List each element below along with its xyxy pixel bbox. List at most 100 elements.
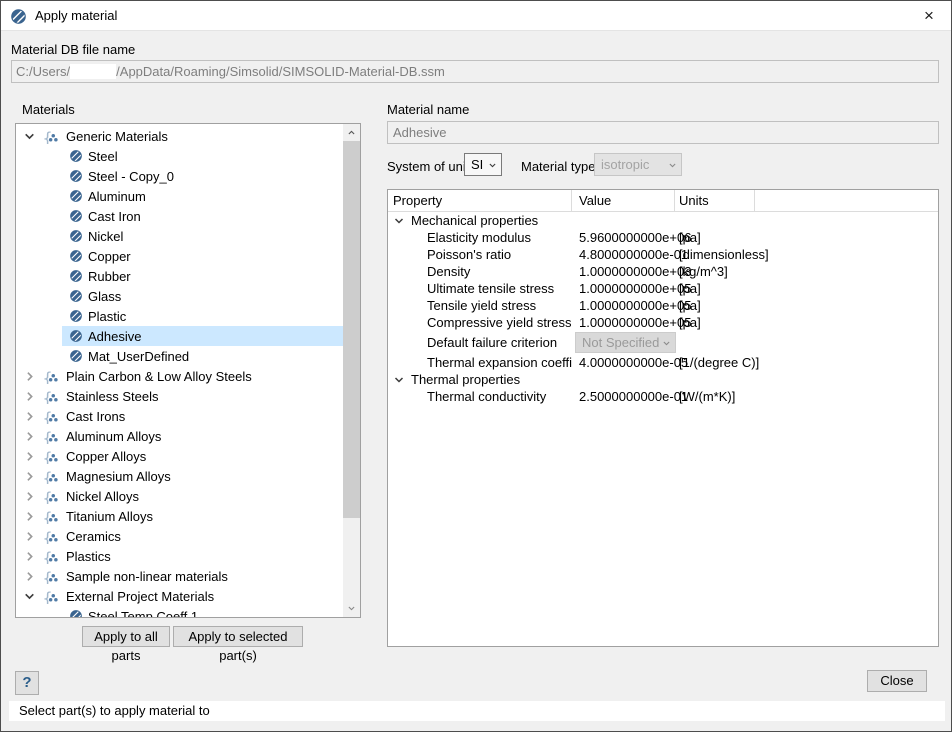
tree-item-label: Sample non-linear materials (66, 569, 228, 584)
column-header-units[interactable]: Units (675, 190, 755, 212)
property-value[interactable]: 1.0000000000e+05 (572, 281, 675, 296)
tree-scrollbar[interactable] (343, 124, 360, 617)
system-of-units-select[interactable]: SI (464, 153, 502, 176)
window-close-icon[interactable]: × (913, 3, 945, 29)
tree-item-sample-non-linear-materials[interactable]: Sample non-linear materials (16, 566, 343, 586)
tree-item-label: Rubber (88, 269, 131, 284)
material-icon (70, 350, 82, 362)
tree-item-plastics[interactable]: Plastics (16, 546, 343, 566)
section-row-mechanical-properties[interactable]: Mechanical properties (388, 212, 938, 229)
material-db-path-field: C:/Users//AppData/Roaming/Simsolid/SIMSO… (11, 60, 939, 83)
tree-item-rubber[interactable]: Rubber (62, 266, 343, 286)
tree-item-label: Generic Materials (66, 129, 168, 144)
tree-item-ceramics[interactable]: Ceramics (16, 526, 343, 546)
properties-table-body: Mechanical propertiesElasticity modulus5… (388, 212, 938, 405)
scroll-down-icon[interactable] (343, 600, 360, 617)
tree-item-cast-irons[interactable]: Cast Irons (16, 406, 343, 426)
material-group-icon (42, 429, 59, 444)
chevron-down-icon (488, 161, 497, 170)
property-row-compressive-yield-stress: Compressive yield stress1.0000000000e+05… (388, 314, 938, 331)
tree-item-copper[interactable]: Copper (62, 246, 343, 266)
tree-item-plastic[interactable]: Plastic (62, 306, 343, 326)
column-header-value[interactable]: Value (572, 190, 675, 212)
property-name: Density (388, 264, 572, 279)
tree-item-label: Copper (88, 249, 131, 264)
apply-to-all-parts-button[interactable]: Apply to all parts (82, 626, 170, 647)
close-button[interactable]: Close (867, 670, 927, 692)
chevron-right-icon (23, 570, 36, 583)
property-value[interactable]: 4.0000000000e-05 (572, 355, 675, 370)
tree-item-aluminum-alloys[interactable]: Aluminum Alloys (16, 426, 343, 446)
materials-tree-rows: Generic MaterialsSteelSteel - Copy_0Alum… (16, 126, 343, 618)
tree-item-copper-alloys[interactable]: Copper Alloys (16, 446, 343, 466)
section-row-thermal-properties[interactable]: Thermal properties (388, 371, 938, 388)
property-row-default-failure-criterion: Default failure criterionNot Specified (388, 331, 938, 354)
material-group-icon (42, 529, 59, 544)
chevron-down-icon (668, 161, 677, 170)
tree-item-nickel[interactable]: Nickel (62, 226, 343, 246)
property-name: Default failure criterion (388, 335, 572, 350)
property-value[interactable]: 1.0000000000e+05 (572, 298, 675, 313)
failure-criterion-select: Not Specified (575, 332, 676, 353)
tree-item-label: Steel (88, 149, 118, 164)
tree-item-steel[interactable]: Steel (62, 146, 343, 166)
scroll-up-icon[interactable] (343, 124, 360, 141)
property-value[interactable]: 2.5000000000e-01 (572, 389, 675, 404)
property-value[interactable]: 5.9600000000e+06 (572, 230, 675, 245)
tree-item-magnesium-alloys[interactable]: Magnesium Alloys (16, 466, 343, 486)
material-type-select: isotropic (594, 153, 682, 176)
apply-to-selected-parts-button[interactable]: Apply to selected part(s) (173, 626, 303, 647)
tree-item-label: Plastics (66, 549, 111, 564)
material-icon (70, 230, 82, 242)
chevron-down-icon (393, 374, 405, 386)
tree-item-label: Adhesive (88, 329, 141, 344)
title-bar: Apply material × (1, 1, 951, 31)
tree-item-steel-temp-coeff-1[interactable]: Steel Temp Coeff 1 (62, 606, 343, 618)
tree-item-stainless-steels[interactable]: Stainless Steels (16, 386, 343, 406)
help-button[interactable]: ? (15, 671, 39, 695)
material-icon (70, 610, 82, 618)
column-header-property[interactable]: Property (388, 190, 572, 212)
property-row-poisson-s-ratio: Poisson's ratio4.8000000000e-01[dimensio… (388, 246, 938, 263)
material-group-icon (42, 469, 59, 484)
property-name: Tensile yield stress (388, 298, 572, 313)
scrollbar-thumb[interactable] (343, 141, 360, 518)
chevron-down-icon (23, 590, 36, 603)
material-icon (70, 290, 82, 302)
tree-item-aluminum[interactable]: Aluminum (62, 186, 343, 206)
tree-item-steel-copy-0[interactable]: Steel - Copy_0 (62, 166, 343, 186)
material-icon (70, 270, 82, 282)
tree-item-plain-carbon-low-alloy-steels[interactable]: Plain Carbon & Low Alloy Steels (16, 366, 343, 386)
tree-item-nickel-alloys[interactable]: Nickel Alloys (16, 486, 343, 506)
tree-item-external-project-materials[interactable]: External Project Materials (16, 586, 343, 606)
tree-item-adhesive[interactable]: Adhesive (62, 326, 343, 346)
material-app-icon (11, 9, 26, 24)
section-label: Mechanical properties (411, 213, 538, 228)
tree-item-generic-materials[interactable]: Generic Materials (16, 126, 343, 146)
tree-item-mat-userdefined[interactable]: Mat_UserDefined (62, 346, 343, 366)
property-value[interactable]: 4.8000000000e-01 (572, 247, 675, 262)
materials-tree: Generic MaterialsSteelSteel - Copy_0Alum… (15, 123, 361, 618)
chevron-right-icon (23, 390, 36, 403)
chevron-down-icon (393, 215, 405, 227)
material-icon (70, 210, 82, 222)
tree-item-cast-iron[interactable]: Cast Iron (62, 206, 343, 226)
materials-label: Materials (22, 102, 75, 117)
material-group-icon (42, 389, 59, 404)
tree-item-titanium-alloys[interactable]: Titanium Alloys (16, 506, 343, 526)
material-icon (70, 330, 82, 342)
material-name-label: Material name (387, 102, 469, 117)
property-value[interactable]: 1.0000000000e+03 (572, 264, 675, 279)
tree-item-label: External Project Materials (66, 589, 214, 604)
property-units: [dimensionless] (675, 247, 938, 262)
material-icon (70, 170, 82, 182)
path-suffix: /AppData/Roaming/Simsolid/SIMSOLID-Mater… (116, 64, 445, 79)
tree-item-glass[interactable]: Glass (62, 286, 343, 306)
tree-item-label: Plain Carbon & Low Alloy Steels (66, 369, 252, 384)
tree-item-label: Ceramics (66, 529, 121, 544)
material-db-label: Material DB file name (11, 42, 135, 57)
property-row-thermal-conductivity: Thermal conductivity2.5000000000e-01[W/(… (388, 388, 938, 405)
chevron-right-icon (23, 510, 36, 523)
property-value[interactable]: 1.0000000000e+05 (572, 315, 675, 330)
material-group-icon (42, 369, 59, 384)
